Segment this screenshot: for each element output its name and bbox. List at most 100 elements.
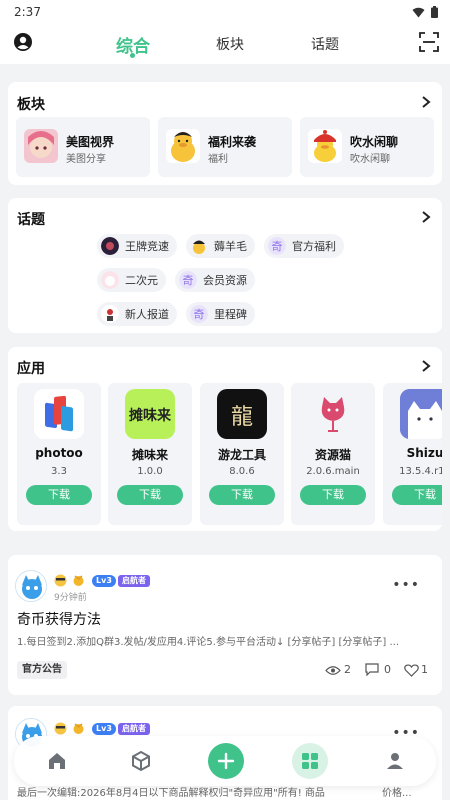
boards-card: 板块 美图视界 美图分享 福利来袭 福利 吹水闲聊 吹水闲聊 xyxy=(8,82,442,185)
topic-label: 新人报道 xyxy=(125,308,169,321)
create-post-button[interactable] xyxy=(208,743,244,779)
status-bar: 2:37 xyxy=(0,0,450,24)
topic-icon xyxy=(101,271,119,289)
topic-label: 薅羊毛 xyxy=(214,240,247,253)
like-count: 1 xyxy=(421,663,428,676)
youlong-icon-text: 龍 xyxy=(230,405,253,430)
board-item-chat[interactable]: 吹水闲聊 吹水闲聊 xyxy=(300,117,434,177)
apps-card: 应用 photoo 3.3 下载 摊味来 摊味来 1.0.0 下载 龍 游龙工具… xyxy=(8,347,442,531)
eye-icon xyxy=(325,666,341,675)
svg-text:奇: 奇 xyxy=(183,274,194,287)
app-name: 资源猫 xyxy=(314,448,351,462)
chevron-right-icon[interactable] xyxy=(419,210,433,224)
app-item-shizu[interactable]: Shizu 13.5.4.r10 下载 xyxy=(383,383,442,525)
app-version: 8.0.6 xyxy=(229,466,255,477)
post-tag[interactable]: 官方公告 xyxy=(17,661,67,679)
topic-label: 会员资源 xyxy=(203,274,247,287)
board-item-fuli[interactable]: 福利来袭 福利 xyxy=(158,117,292,177)
cube-icon[interactable] xyxy=(128,748,154,774)
chevron-right-icon[interactable] xyxy=(419,359,433,373)
board-name: 福利来袭 xyxy=(208,135,257,149)
view-count: 2 xyxy=(344,663,351,676)
home-icon[interactable] xyxy=(44,748,70,774)
topic-label: 里程碑 xyxy=(214,308,247,321)
app-item-tanweilai[interactable]: 摊味来 摊味来 1.0.0 下载 xyxy=(108,383,192,525)
topic-icon xyxy=(101,305,119,323)
photoo-app-icon xyxy=(34,389,84,439)
scan-icon[interactable] xyxy=(418,31,440,53)
boards-title: 板块 xyxy=(17,97,45,113)
topic-icon: 奇 xyxy=(179,271,197,289)
board-subtitle: 吹水闲聊 xyxy=(350,154,390,165)
board-subtitle: 美图分享 xyxy=(66,154,106,165)
level-badge: Lv3 xyxy=(92,575,116,587)
board-image-fuli xyxy=(166,129,200,163)
status-time: 2:37 xyxy=(14,5,41,19)
topic-chip[interactable]: 王牌竞速 xyxy=(97,234,177,258)
wifi-icon xyxy=(412,7,425,17)
chevron-right-icon[interactable] xyxy=(419,95,433,109)
heart-icon[interactable] xyxy=(404,664,419,677)
download-button[interactable]: 下载 xyxy=(209,485,275,505)
comment-count: 0 xyxy=(384,663,391,676)
role-badge: 启航者 xyxy=(118,575,150,587)
topic-icon xyxy=(190,237,208,255)
board-name: 美图视界 xyxy=(66,135,115,149)
download-button[interactable]: 下载 xyxy=(26,485,92,505)
tanweilai-icon-text: 摊味来 xyxy=(129,408,171,424)
bottom-nav xyxy=(14,736,436,786)
app-item-photoo[interactable]: photoo 3.3 下载 xyxy=(17,383,101,525)
app-name: 游龙工具 xyxy=(217,448,266,462)
topic-label: 二次元 xyxy=(125,274,158,287)
post-excerpt: 最后一次编辑:2026年8月4日以下商品解释权归"奇异应用"所有! 商品 xyxy=(17,788,325,799)
post-time: 9分钟前 xyxy=(54,593,87,603)
topic-chip[interactable]: 奇 里程碑 xyxy=(186,302,255,326)
download-button[interactable]: 下载 xyxy=(117,485,183,505)
board-item-meitu[interactable]: 美图视界 美图分享 xyxy=(16,117,150,177)
youlong-app-icon: 龍 xyxy=(217,389,267,439)
post-excerpt: 1.每日签到2.添加Q群3.发帖/发应用4.评论5.参与平台活动↓ [分享帖子]… xyxy=(17,637,400,648)
board-image-chat xyxy=(308,129,342,163)
avatar[interactable] xyxy=(15,570,47,602)
more-menu-icon[interactable]: ••• xyxy=(392,577,420,593)
topic-chip[interactable]: 奇 官方福利 xyxy=(264,234,344,258)
app-item-ziyuanmao[interactable]: 资源猫 2.0.6.main 下载 xyxy=(291,383,375,525)
board-image-meitu xyxy=(24,129,58,163)
topic-chip[interactable]: 奇 会员资源 xyxy=(175,268,255,292)
topic-icon: 奇 xyxy=(190,305,208,323)
app-name: photoo xyxy=(35,446,83,460)
board-name: 吹水闲聊 xyxy=(350,135,399,149)
app-version: 3.3 xyxy=(51,466,67,477)
svg-text:奇: 奇 xyxy=(194,308,205,321)
download-button[interactable]: 下载 xyxy=(392,485,442,505)
topic-chip[interactable]: 新人报道 xyxy=(97,302,177,326)
svg-text:奇: 奇 xyxy=(272,240,283,253)
ziyuanmao-app-icon xyxy=(308,389,358,439)
download-button[interactable]: 下载 xyxy=(300,485,366,505)
badge-emoji-icon xyxy=(54,574,67,587)
topic-chip[interactable]: 二次元 xyxy=(97,268,166,292)
app-name: 摊味来 xyxy=(131,448,168,462)
person-icon[interactable] xyxy=(382,748,408,774)
plus-icon xyxy=(217,752,235,770)
app-version: 1.0.0 xyxy=(137,466,163,477)
topics-card: 话题 王牌竞速 薅羊毛 奇 官方福利 二次元 奇 会员资源 新人报道 奇 里程碑 xyxy=(8,198,442,333)
tab-boards[interactable]: 板块 xyxy=(216,34,244,54)
apps-tab-button[interactable] xyxy=(292,743,328,779)
badge-medal-icon xyxy=(73,575,84,586)
topic-chip[interactable]: 薅羊毛 xyxy=(186,234,255,258)
tab-topics[interactable]: 话题 xyxy=(311,34,339,54)
app-version: 13.5.4.r10 xyxy=(399,466,442,477)
app-name: Shizu xyxy=(406,446,442,460)
post-card[interactable]: Lv3 启航者 9分钟前 ••• 奇币获得方法 1.每日签到2.添加Q群3.发帖… xyxy=(8,555,442,695)
app-item-youlong[interactable]: 龍 游龙工具 8.0.6 下载 xyxy=(200,383,284,525)
post-title: 奇币获得方法 xyxy=(17,612,101,628)
badge-medal-icon xyxy=(73,723,84,734)
topics-title: 话题 xyxy=(17,212,45,228)
battery-icon xyxy=(431,6,438,18)
comment-icon[interactable] xyxy=(365,663,379,676)
level-badge: Lv3 xyxy=(92,723,116,735)
topic-icon: 奇 xyxy=(268,237,286,255)
topic-label: 王牌竞速 xyxy=(125,240,169,253)
shizu-app-icon xyxy=(400,389,442,439)
